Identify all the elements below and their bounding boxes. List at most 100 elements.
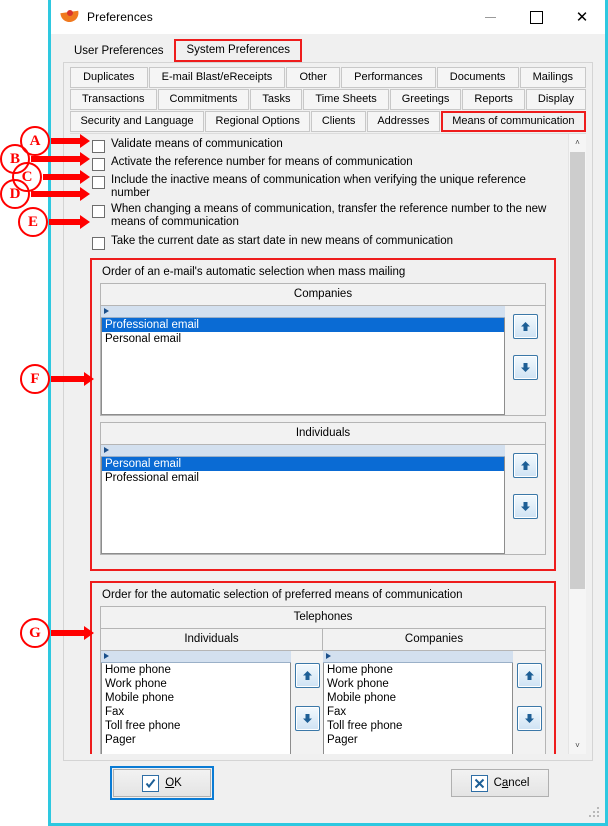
content-scrollbar[interactable]: ˄ ˅ xyxy=(568,134,586,754)
telephones-companies-list[interactable]: Home phone Work phone Mobile phone Fax T… xyxy=(323,663,513,754)
annotation-d: D xyxy=(0,179,90,209)
sub-tab-row-3: Security and Language Regional Options C… xyxy=(70,111,586,132)
list-item[interactable]: Work phone xyxy=(102,677,290,691)
sub-tab-documents[interactable]: Documents xyxy=(436,67,519,88)
sub-tab-security-language[interactable]: Security and Language xyxy=(70,111,205,132)
minimize-button[interactable] xyxy=(467,0,513,34)
list-item[interactable]: Professional email xyxy=(102,471,504,485)
annotation-g: G xyxy=(20,618,94,648)
sub-tab-addresses[interactable]: Addresses xyxy=(366,111,440,132)
list-item[interactable]: Pager xyxy=(102,733,290,747)
list-item[interactable]: Home phone xyxy=(102,663,290,677)
sub-tab-transactions[interactable]: Transactions xyxy=(70,89,157,110)
cancel-button-accel: a xyxy=(501,777,509,789)
telephones-individuals-list[interactable]: Home phone Work phone Mobile phone Fax T… xyxy=(101,663,291,754)
companies-email-list[interactable]: Professional email Personal email xyxy=(101,318,505,415)
list-item[interactable]: Personal email xyxy=(102,332,504,346)
list-item[interactable]: Fax xyxy=(324,705,512,719)
checkbox-activate-reference-box[interactable] xyxy=(92,158,105,171)
sub-tab-row-2: Transactions Commitments Tasks Time Shee… xyxy=(70,89,586,110)
annotation-d-arrow xyxy=(31,187,90,201)
telephones-listblock: Telephones Individuals Home phone Work p… xyxy=(100,606,546,754)
tab-content-means-of-communication: ˄ ˅ Validate means of communication Acti… xyxy=(70,133,586,754)
move-up-arrow-icon[interactable] xyxy=(516,663,542,688)
annotation-d-circle: D xyxy=(0,179,30,209)
sub-tab-commitments[interactable]: Commitments xyxy=(157,89,250,110)
sub-tab-duplicates[interactable]: Duplicates xyxy=(70,67,148,88)
telephones-individuals-header: Individuals xyxy=(101,629,323,651)
move-down-arrow-icon[interactable] xyxy=(516,706,542,731)
telephones-individuals-reorder-buttons xyxy=(291,651,323,754)
list-item[interactable]: Professional email xyxy=(102,318,504,332)
sub-tab-tasks[interactable]: Tasks xyxy=(250,89,303,110)
individuals-email-list[interactable]: Personal email Professional email xyxy=(101,457,505,554)
list-item[interactable]: Mobile phone xyxy=(102,691,290,705)
close-icon[interactable]: ✕ xyxy=(559,0,605,34)
individuals-email-listblock: Individuals Personal email Professional … xyxy=(100,422,546,555)
sub-tab-mailings[interactable]: Mailings xyxy=(519,67,587,88)
checkbox-transfer-reference[interactable]: When changing a means of communication, … xyxy=(92,203,568,229)
move-down-arrow-icon[interactable] xyxy=(294,706,320,731)
move-up-arrow-icon[interactable] xyxy=(512,314,538,339)
checkbox-transfer-reference-box[interactable] xyxy=(92,205,105,218)
preferences-window: Preferences ✕ User Preferences System Pr… xyxy=(48,0,608,826)
dialog-footer: OK Cancel xyxy=(51,761,605,823)
scroll-up-icon[interactable]: ˄ xyxy=(569,134,586,151)
checkbox-include-inactive-box[interactable] xyxy=(92,176,105,189)
sub-tab-performances[interactable]: Performances xyxy=(341,67,436,88)
checkbox-current-date-box[interactable] xyxy=(92,237,105,250)
companies-email-grid-header xyxy=(101,306,505,318)
scroll-down-icon[interactable]: ˅ xyxy=(569,737,586,754)
move-down-arrow-icon[interactable] xyxy=(512,355,538,380)
move-up-arrow-icon[interactable] xyxy=(512,453,538,478)
list-item[interactable]: Toll free phone xyxy=(102,719,290,733)
individuals-email-reorder-buttons xyxy=(505,445,545,554)
annotation-f-circle: F xyxy=(20,364,50,394)
sub-tab-display[interactable]: Display xyxy=(525,89,586,110)
content-inner: Validate means of communication Activate… xyxy=(70,134,568,754)
group-email-order-title: Order of an e-mail's automatic selection… xyxy=(102,266,406,278)
telephones-individuals-grid-header xyxy=(101,651,291,663)
checkbox-current-date[interactable]: Take the current date as start date in n… xyxy=(92,235,568,250)
resize-grip-icon[interactable] xyxy=(589,807,600,818)
telephones-companies-reorder-buttons xyxy=(513,651,545,754)
sub-tab-regional-options[interactable]: Regional Options xyxy=(205,111,311,132)
sub-tab-reports[interactable]: Reports xyxy=(462,89,525,110)
sub-tab-means-of-communication[interactable]: Means of communication xyxy=(440,111,586,132)
scrollbar-thumb[interactable] xyxy=(570,152,585,589)
move-down-arrow-icon[interactable] xyxy=(512,494,538,519)
list-item[interactable]: Toll free phone xyxy=(324,719,512,733)
sub-tab-greetings[interactable]: Greetings xyxy=(389,89,462,110)
telephones-individuals-listwrap: Home phone Work phone Mobile phone Fax T… xyxy=(101,651,291,754)
individuals-email-listwrap: Personal email Professional email xyxy=(101,445,505,554)
ok-button-accel: O xyxy=(165,777,175,789)
list-item[interactable]: Pager xyxy=(324,733,512,747)
list-item[interactable]: Home phone xyxy=(324,663,512,677)
list-item[interactable]: Personal email xyxy=(102,457,504,471)
annotation-g-arrow xyxy=(51,626,94,640)
sub-tab-email-blast[interactable]: E-mail Blast/eReceipts xyxy=(148,67,286,88)
checkbox-activate-reference[interactable]: Activate the reference number for means … xyxy=(92,156,568,171)
cancel-button[interactable]: Cancel xyxy=(451,769,549,797)
list-item[interactable]: Fax xyxy=(102,705,290,719)
sub-tab-time-sheets[interactable]: Time Sheets xyxy=(303,89,389,110)
maximize-button[interactable] xyxy=(513,0,559,34)
list-item[interactable]: Mobile phone xyxy=(324,691,512,705)
checkbox-validate-box[interactable] xyxy=(92,140,105,153)
system-preferences-panel: Duplicates E-mail Blast/eReceipts Other … xyxy=(63,62,593,761)
list-item[interactable]: Work phone xyxy=(324,677,512,691)
sub-tab-row-1: Duplicates E-mail Blast/eReceipts Other … xyxy=(70,67,587,88)
telephones-individuals-column: Individuals Home phone Work phone Mobile… xyxy=(101,629,323,754)
tab-user-preferences[interactable]: User Preferences xyxy=(63,41,174,62)
tab-system-preferences[interactable]: System Preferences xyxy=(174,39,303,62)
telephones-individuals-body: Home phone Work phone Mobile phone Fax T… xyxy=(101,651,323,754)
ok-button[interactable]: OK xyxy=(110,766,214,800)
telephones-companies-header: Companies xyxy=(323,629,545,651)
move-up-arrow-icon[interactable] xyxy=(294,663,320,688)
checkbox-include-inactive-label: Include the inactive means of communicat… xyxy=(111,174,526,199)
checkbox-include-inactive[interactable]: Include the inactive means of communicat… xyxy=(92,174,568,200)
sub-tab-other[interactable]: Other xyxy=(286,67,341,88)
check-icon xyxy=(142,774,160,792)
sub-tab-clients[interactable]: Clients xyxy=(311,111,366,132)
checkbox-validate[interactable]: Validate means of communication xyxy=(92,138,568,153)
